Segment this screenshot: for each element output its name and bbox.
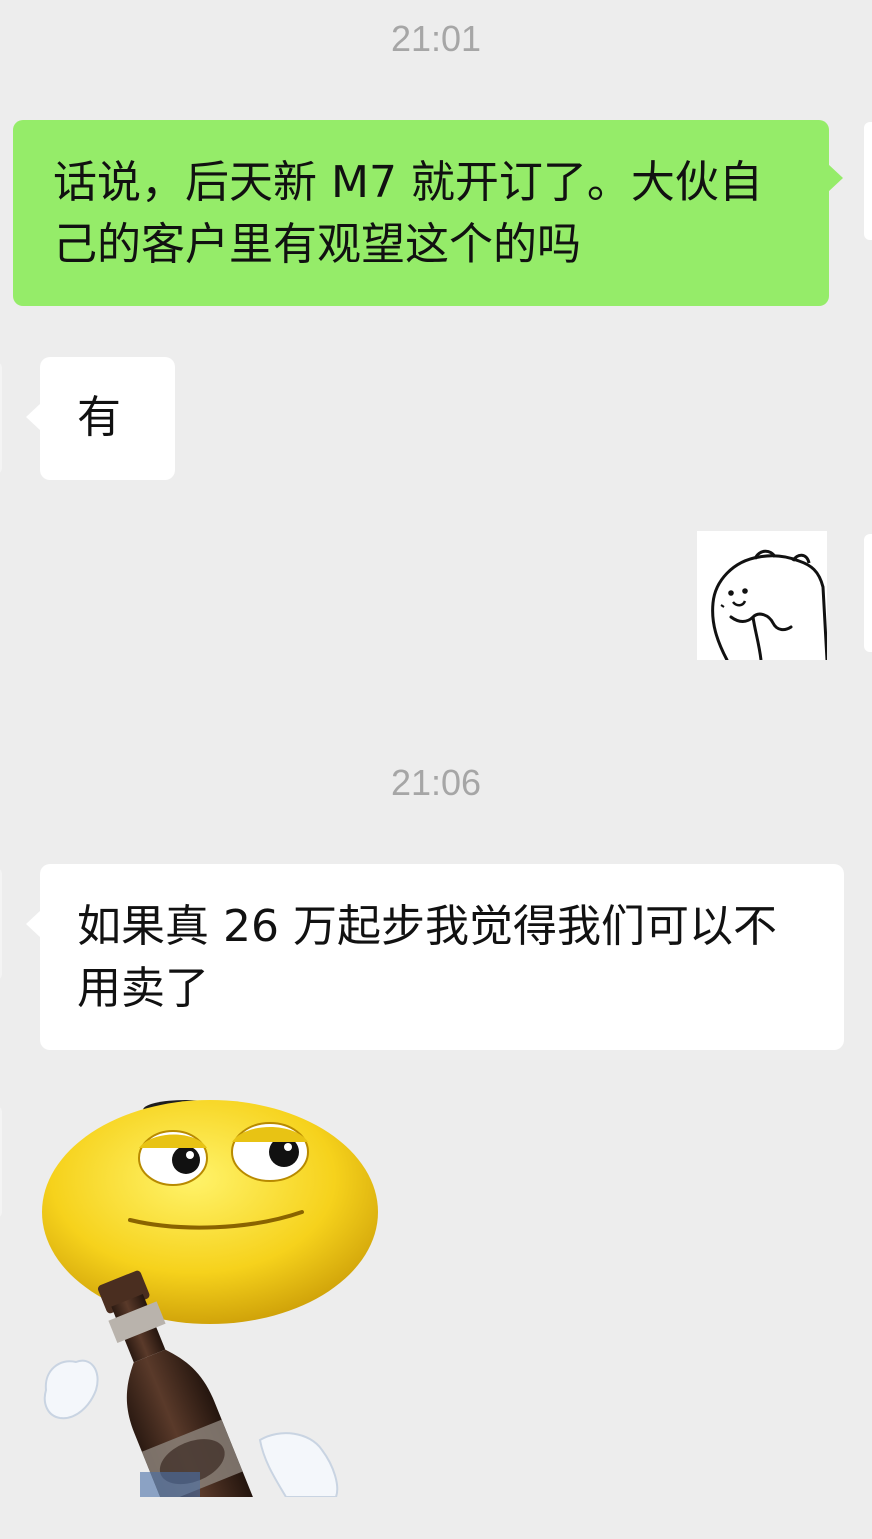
incoming-message-bubble[interactable]: 如果真 26 万起步我觉得我们可以不用卖了 — [26, 864, 844, 1050]
timestamp: 21:06 — [390, 762, 482, 803]
contact-avatar[interactable] — [0, 362, 2, 474]
bear-doodle-sticker[interactable] — [697, 531, 829, 662]
message-text: 话说，后天新 M7 就开订了。大伙自己的客户里有观望这个的吗 — [53, 157, 763, 270]
timestamp: 21:01 — [390, 18, 482, 59]
my-avatar[interactable] — [864, 534, 872, 652]
contact-avatar[interactable] — [0, 1106, 2, 1218]
message-text: 有 — [77, 392, 121, 443]
my-avatar[interactable] — [864, 122, 872, 240]
contact-avatar[interactable] — [0, 868, 2, 980]
incoming-message-bubble[interactable]: 有 — [26, 357, 175, 480]
message-text: 如果真 26 万起步我觉得我们可以不用卖了 — [77, 901, 777, 1014]
emoji-beer-sticker[interactable] — [40, 1100, 436, 1536]
outgoing-message-bubble[interactable]: 话说，后天新 M7 就开订了。大伙自己的客户里有观望这个的吗 — [13, 120, 843, 306]
emoji-beer-icon — [42, 1100, 378, 1536]
bear-doodle-icon — [697, 531, 829, 662]
